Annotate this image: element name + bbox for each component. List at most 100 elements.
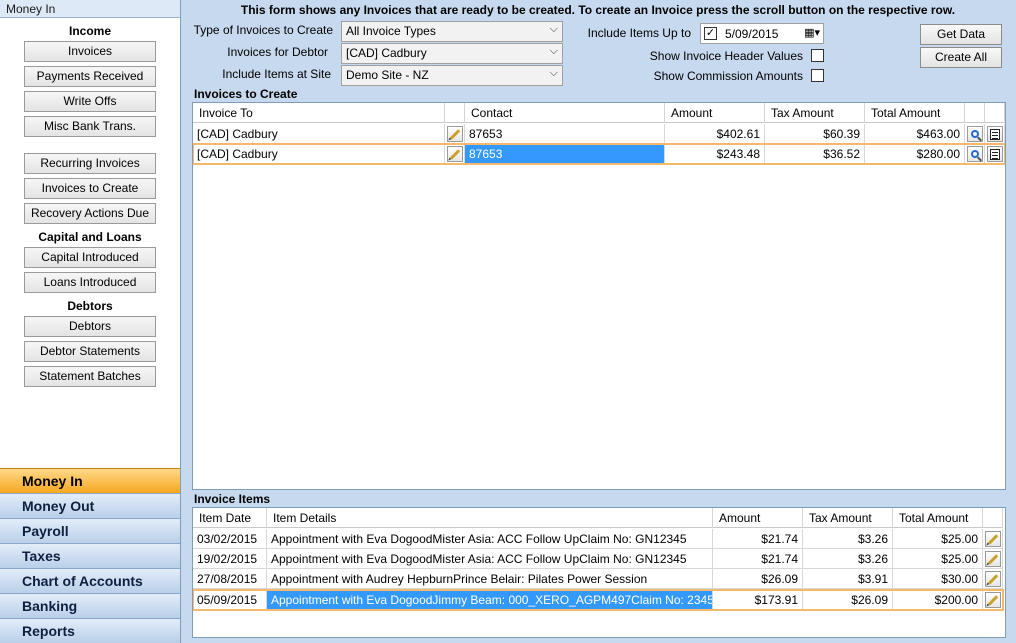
invoices-to-create-button[interactable]: Invoices to Create	[24, 178, 156, 199]
section-income: Income	[68, 24, 111, 38]
invoice-row[interactable]: [CAD] Cadbury 87653 $243.48 $36.52 $280.…	[193, 143, 1005, 165]
amount-cell: $402.61	[665, 124, 765, 144]
col-edit	[445, 103, 465, 123]
col-tax-amount: Tax Amount	[765, 103, 865, 123]
items-grid: Item Date Item Details Amount Tax Amount…	[192, 507, 1006, 638]
item-details-cell: Appointment with Eva DogoodMister Asia: …	[267, 529, 713, 549]
upto-checkbox[interactable]: ✓	[704, 27, 717, 40]
chevron-down-icon: ⌵	[549, 45, 558, 57]
edit-pencil-icon[interactable]	[984, 571, 1001, 587]
nav-payroll[interactable]: Payroll	[0, 518, 180, 543]
item-total-cell: $200.00	[893, 590, 983, 610]
nav-taxes[interactable]: Taxes	[0, 543, 180, 568]
contact-cell[interactable]: 87653	[465, 124, 665, 144]
create-all-button[interactable]: Create All	[920, 47, 1002, 68]
invoice-items-title: Invoice Items	[194, 492, 271, 506]
edit-pencil-icon[interactable]	[446, 146, 463, 162]
statement-batches-button[interactable]: Statement Batches	[24, 366, 156, 387]
sidebar-header: Money In	[0, 0, 180, 18]
payments-received-button[interactable]: Payments Received	[24, 66, 156, 87]
scroll-icon[interactable]	[986, 126, 1003, 142]
contact-cell[interactable]: 87653	[465, 144, 665, 164]
chevron-down-icon: ⌵	[549, 67, 558, 79]
type-select[interactable]: All Invoice Types ⌵	[341, 21, 563, 42]
col-total-amount: Total Amount	[865, 103, 965, 123]
sidebar: Money In Income Invoices Payments Receiv…	[0, 0, 181, 643]
item-tax-cell: $3.26	[803, 529, 893, 549]
total-cell: $463.00	[865, 124, 965, 144]
item-tax-cell: $26.09	[803, 590, 893, 610]
commission-checkbox[interactable]	[811, 69, 824, 82]
edit-pencil-icon[interactable]	[984, 531, 1001, 547]
section-capital-and-loans: Capital and Loans	[38, 230, 142, 244]
invoices-button[interactable]: Invoices	[24, 41, 156, 62]
col-contact: Contact	[465, 103, 665, 123]
edit-pencil-icon[interactable]	[984, 551, 1001, 567]
item-row[interactable]: 05/09/2015 Appointment with Eva DogoodJi…	[193, 589, 1004, 611]
recovery-actions-due-button[interactable]: Recovery Actions Due	[24, 203, 156, 224]
debtor-select-value: [CAD] Cadbury	[346, 46, 427, 60]
header-values-checkbox[interactable]	[811, 49, 824, 62]
invoice-row[interactable]: [CAD] Cadbury 87653 $402.61 $60.39 $463.…	[193, 124, 1005, 144]
debtor-select[interactable]: [CAD] Cadbury ⌵	[341, 43, 563, 64]
get-data-button[interactable]: Get Data	[920, 24, 1002, 45]
loans-introduced-button[interactable]: Loans Introduced	[24, 272, 156, 293]
item-total-cell: $30.00	[893, 569, 983, 589]
item-details-cell: Appointment with Eva DogoodJimmy Beam: 0…	[267, 590, 713, 610]
col-item-amount: Amount	[713, 508, 803, 528]
edit-pencil-icon[interactable]	[446, 126, 463, 142]
debtors-button[interactable]: Debtors	[24, 316, 156, 337]
upto-date-picker[interactable]: ✓ 5/09/2015 ▦▾	[700, 23, 824, 44]
nav-money-in[interactable]: Money In	[0, 468, 180, 493]
calendar-icon[interactable]: ▦▾	[804, 26, 820, 39]
item-row[interactable]: 19/02/2015 Appointment with Eva DogoodMi…	[193, 549, 1003, 569]
item-amount-cell: $26.09	[713, 569, 803, 589]
tax-cell: $60.39	[765, 124, 865, 144]
col-item-date: Item Date	[193, 508, 267, 528]
total-cell: $280.00	[865, 144, 965, 164]
item-details-cell: Appointment with Audrey HepburnPrince Be…	[267, 569, 713, 589]
scroll-icon[interactable]	[986, 146, 1003, 162]
nav-chart-of-accounts[interactable]: Chart of Accounts	[0, 568, 180, 593]
main-panel: This form shows any Invoices that are re…	[183, 0, 1016, 643]
invoices-grid: Invoice To Contact Amount Tax Amount Tot…	[192, 102, 1006, 490]
col-invoice-to: Invoice To	[193, 103, 445, 123]
item-date-cell: 27/08/2015	[193, 569, 267, 589]
recurring-invoices-button[interactable]: Recurring Invoices	[24, 153, 156, 174]
nav-money-out[interactable]: Money Out	[0, 493, 180, 518]
item-total-cell: $25.00	[893, 529, 983, 549]
upto-date-value: 5/09/2015	[725, 27, 779, 41]
write-offs-button[interactable]: Write Offs	[24, 91, 156, 112]
commission-label: Show Commission Amounts	[653, 69, 803, 83]
item-date-cell: 03/02/2015	[193, 529, 267, 549]
edit-pencil-icon[interactable]	[984, 592, 1001, 608]
col-item-tax: Tax Amount	[803, 508, 893, 528]
item-tax-cell: $3.26	[803, 549, 893, 569]
upto-label: Include Items Up to	[587, 26, 691, 40]
item-amount-cell: $173.91	[713, 590, 803, 610]
type-label: Type of Invoices to Create	[193, 23, 333, 37]
misc-bank-trans-button[interactable]: Misc Bank Trans.	[24, 116, 156, 137]
item-tax-cell: $3.91	[803, 569, 893, 589]
item-row[interactable]: 03/02/2015 Appointment with Eva DogoodMi…	[193, 529, 1003, 549]
amount-cell: $243.48	[665, 144, 765, 164]
invoices-to-create-title: Invoices to Create	[194, 87, 298, 101]
nav-bar: Money In Money Out Payroll Taxes Chart o…	[0, 468, 180, 643]
debtor-statements-button[interactable]: Debtor Statements	[24, 341, 156, 362]
magnifier-icon[interactable]	[966, 146, 983, 162]
magnifier-icon[interactable]	[966, 126, 983, 142]
nav-reports[interactable]: Reports	[0, 618, 180, 643]
info-text: This form shows any Invoices that are re…	[240, 3, 956, 17]
col-item-details: Item Details	[267, 508, 713, 528]
item-date-cell: 05/09/2015	[193, 590, 267, 610]
item-total-cell: $25.00	[893, 549, 983, 569]
items-grid-header: Item Date Item Details Amount Tax Amount…	[193, 508, 1003, 528]
debtor-label: Invoices for Debtor	[227, 45, 328, 59]
item-row[interactable]: 27/08/2015 Appointment with Audrey Hepbu…	[193, 569, 1003, 589]
nav-banking[interactable]: Banking	[0, 593, 180, 618]
item-details-cell: Appointment with Eva DogoodMister Asia: …	[267, 549, 713, 569]
capital-introduced-button[interactable]: Capital Introduced	[24, 247, 156, 268]
col-amount: Amount	[665, 103, 765, 123]
header-values-label: Show Invoice Header Values	[649, 49, 803, 63]
site-select[interactable]: Demo Site - NZ ⌵	[341, 65, 563, 86]
